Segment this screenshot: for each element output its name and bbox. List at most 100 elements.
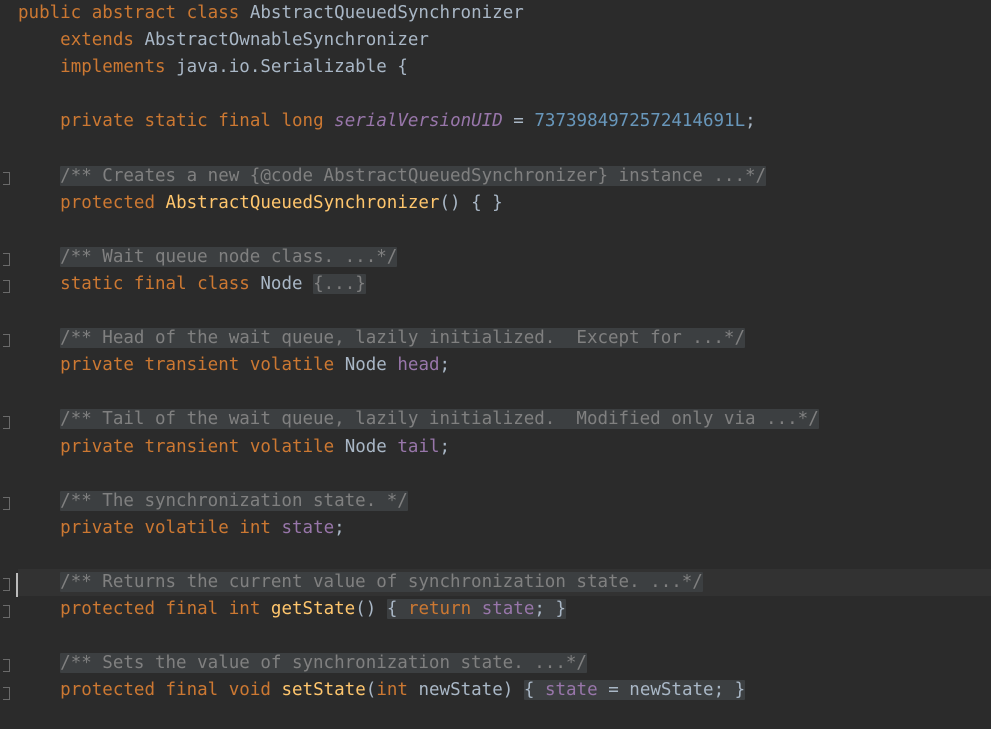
code-token: } xyxy=(734,680,746,701)
fold-expand-marker[interactable] xyxy=(3,578,10,592)
code-line[interactable]: /** Sets the value of synchronization st… xyxy=(0,650,991,677)
folded-comment-placeholder[interactable]: {...} xyxy=(313,273,366,294)
code-line[interactable]: protected AbstractQueuedSynchronizer() {… xyxy=(0,190,991,217)
folded-comment-placeholder[interactable]: /** The synchronization state. */ xyxy=(60,490,408,511)
fold-expand-marker[interactable] xyxy=(3,659,10,673)
code-line[interactable]: /** The synchronization state. */ xyxy=(0,488,991,515)
code-line[interactable] xyxy=(0,379,991,406)
code-token: final xyxy=(165,599,219,620)
code-line[interactable]: private static final long serialVersionU… xyxy=(0,108,991,135)
folded-comment-placeholder[interactable]: /** Creates a new {@code AbstractQueuedS… xyxy=(60,165,767,186)
code-line[interactable]: private volatile int state; xyxy=(0,515,991,542)
code-token: transient xyxy=(144,355,240,376)
code-line[interactable]: /** Creates a new {@code AbstractQueuedS… xyxy=(0,163,991,190)
code-line[interactable] xyxy=(0,217,991,244)
code-token: AbstractQueuedSynchronizer xyxy=(165,192,440,213)
code-editor[interactable]: public abstract class AbstractQueuedSync… xyxy=(0,0,991,729)
folded-method-body[interactable]: { state = newState; } xyxy=(523,680,746,701)
code-line[interactable] xyxy=(0,81,991,108)
code-text-area[interactable]: public abstract class AbstractQueuedSync… xyxy=(0,0,991,729)
code-line[interactable]: private transient volatile Node head; xyxy=(0,352,991,379)
code-token: protected xyxy=(60,599,155,620)
code-token: volatile xyxy=(249,436,335,457)
code-token: { } xyxy=(471,192,503,213)
fold-expand-marker[interactable] xyxy=(3,605,10,619)
code-token: 7373984972572414691L xyxy=(534,111,746,132)
folded-comment-placeholder[interactable]: /** Sets the value of synchronization st… xyxy=(60,653,587,674)
fold-expand-marker[interactable] xyxy=(3,171,10,185)
code-line[interactable]: private transient volatile Node tail; xyxy=(0,434,991,461)
folded-comment-placeholder[interactable]: /** Returns the current value of synchro… xyxy=(60,571,703,592)
code-line[interactable]: /** Returns the current value of synchro… xyxy=(0,568,991,597)
code-token: = xyxy=(513,111,524,132)
code-line[interactable]: implements java.io.Serializable { xyxy=(0,54,991,81)
code-token: { xyxy=(386,57,408,78)
fold-expand-marker[interactable] xyxy=(3,415,10,429)
code-token: newState xyxy=(629,680,714,701)
code-line[interactable]: static final class Node {...} xyxy=(0,271,991,298)
code-token: volatile xyxy=(249,355,335,376)
code-token: protected xyxy=(60,680,155,701)
text-caret xyxy=(16,573,18,598)
code-token: int xyxy=(239,517,271,538)
code-token: int xyxy=(228,599,261,620)
code-line[interactable] xyxy=(0,135,991,162)
code-line[interactable] xyxy=(0,542,991,569)
code-token: ( xyxy=(365,680,377,701)
fold-expand-marker[interactable] xyxy=(3,280,10,293)
fold-expand-marker[interactable] xyxy=(3,334,10,348)
fold-expand-marker[interactable] xyxy=(3,686,10,700)
code-line[interactable] xyxy=(0,298,991,325)
code-line[interactable]: /** Head of the wait queue, lazily initi… xyxy=(0,325,991,352)
code-token: private xyxy=(60,517,134,538)
code-line[interactable] xyxy=(0,461,991,488)
code-token: head xyxy=(397,355,440,376)
code-line[interactable]: public abstract class AbstractQueuedSync… xyxy=(0,0,991,27)
code-token: private xyxy=(60,111,134,132)
code-token: transient xyxy=(144,436,240,457)
code-line[interactable]: protected final void setState(int newSta… xyxy=(0,677,991,704)
code-token: state xyxy=(544,680,598,701)
code-line[interactable]: /** Tail of the wait queue, lazily initi… xyxy=(0,406,991,433)
folded-comment-placeholder[interactable]: /** Tail of the wait queue, lazily initi… xyxy=(60,409,819,430)
code-token: long xyxy=(281,111,324,132)
code-line[interactable] xyxy=(0,623,991,650)
fold-expand-marker[interactable] xyxy=(3,252,10,266)
folded-comment-placeholder[interactable]: /** Head of the wait queue, lazily initi… xyxy=(60,328,745,349)
editor-gutter-fold-column[interactable] xyxy=(0,0,18,729)
code-token: newState xyxy=(418,680,503,701)
code-token: extends xyxy=(60,30,134,51)
folded-method-body[interactable]: { return state; } xyxy=(386,599,567,620)
code-line[interactable]: protected final int getState() { return … xyxy=(0,596,991,623)
code-token: } xyxy=(555,599,567,620)
fold-expand-marker[interactable] xyxy=(3,496,10,510)
folded-comment-placeholder[interactable]: /** Wait queue node class. ...*/ xyxy=(60,246,398,267)
code-token: static xyxy=(144,111,208,132)
code-line[interactable]: extends AbstractOwnableSynchronizer xyxy=(0,27,991,54)
code-line[interactable]: /** Wait queue node class. ...*/ xyxy=(0,244,991,271)
code-token: tail xyxy=(397,436,440,457)
code-token: ) xyxy=(502,680,514,701)
